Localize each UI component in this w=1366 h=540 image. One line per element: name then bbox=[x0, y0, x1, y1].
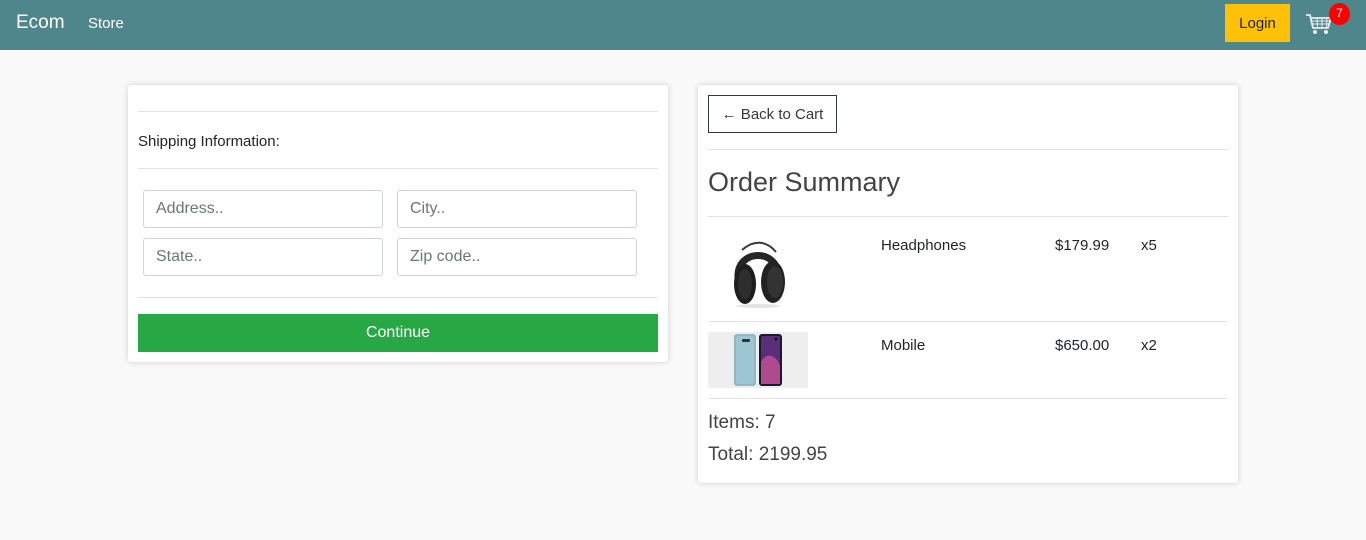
shipping-heading: Shipping Information: bbox=[138, 133, 280, 150]
order-total: Total: 2199.95 bbox=[708, 444, 828, 465]
back-to-cart-button[interactable]: ← Back to Cart bbox=[708, 95, 837, 133]
address-input[interactable] bbox=[143, 190, 383, 228]
divider bbox=[138, 168, 658, 169]
state-input[interactable] bbox=[143, 238, 383, 276]
navbar: Ecom Store Login 7 bbox=[0, 0, 1366, 50]
item-price: $650.00 bbox=[1055, 337, 1110, 354]
order-summary-card: ← Back to Cart Order Summary Headphones … bbox=[698, 85, 1238, 483]
item-name: Mobile bbox=[881, 337, 926, 354]
brand-link[interactable]: Ecom bbox=[16, 12, 65, 34]
divider bbox=[708, 149, 1228, 150]
continue-button[interactable]: Continue bbox=[138, 314, 658, 352]
login-button[interactable]: Login bbox=[1225, 4, 1290, 42]
shipping-form-card: Shipping Information: Continue bbox=[128, 85, 668, 362]
nav-store-link[interactable]: Store bbox=[88, 15, 124, 32]
item-price: $179.99 bbox=[1055, 237, 1110, 254]
zip-code-input[interactable] bbox=[397, 238, 637, 276]
city-input[interactable] bbox=[397, 190, 637, 228]
cart-count-badge: 7 bbox=[1329, 3, 1350, 25]
order-summary-title: Order Summary bbox=[708, 167, 901, 197]
item-name: Headphones bbox=[881, 237, 967, 254]
divider bbox=[708, 216, 1228, 217]
items-count: Items: 7 bbox=[708, 412, 776, 433]
item-quantity: x2 bbox=[1141, 337, 1157, 354]
divider bbox=[138, 297, 658, 298]
item-quantity: x5 bbox=[1141, 237, 1157, 254]
mobile-phone-image bbox=[708, 332, 808, 388]
headphones-image bbox=[708, 230, 808, 310]
divider bbox=[708, 398, 1228, 399]
divider bbox=[138, 111, 658, 112]
divider bbox=[708, 321, 1228, 322]
